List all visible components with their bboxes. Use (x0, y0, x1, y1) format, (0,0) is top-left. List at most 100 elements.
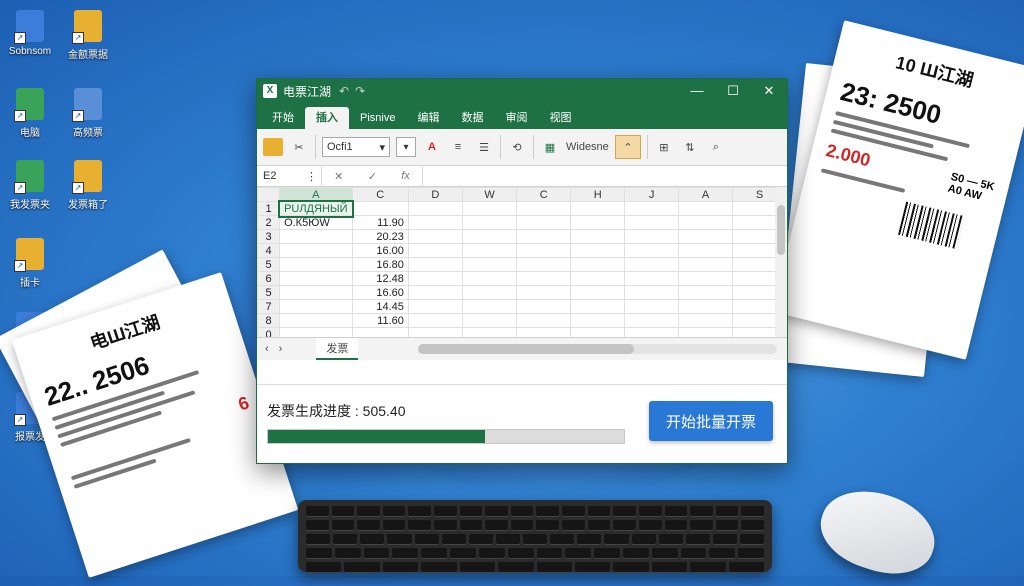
cell[interactable] (407, 285, 463, 300)
cell[interactable] (678, 243, 733, 258)
wrap-icon[interactable]: ☰ (474, 136, 494, 158)
name-box[interactable]: E2 ⋮ (257, 166, 322, 186)
row-header[interactable]: 8 (257, 313, 281, 328)
cell[interactable] (624, 299, 680, 314)
cell[interactable] (351, 201, 409, 216)
cell[interactable]: O.К5ЮW (279, 215, 353, 230)
cell[interactable] (279, 299, 353, 314)
row-header[interactable]: 2 (257, 215, 281, 230)
maximize-button[interactable]: ☐ (715, 83, 751, 99)
row-header[interactable]: 5 (257, 285, 281, 300)
redo-icon[interactable]: ↷ (355, 84, 365, 98)
cell[interactable] (624, 285, 680, 300)
cell[interactable] (678, 229, 733, 244)
find-icon[interactable]: ⌕ (706, 136, 726, 158)
cell[interactable] (570, 257, 626, 272)
cell[interactable]: 14.45 (351, 299, 409, 314)
format-icon[interactable]: ⟲ (507, 136, 527, 158)
cell[interactable] (279, 313, 353, 328)
desktop-icon[interactable]: ↗ 高频票 (58, 88, 118, 139)
column-header[interactable]: H (570, 187, 626, 202)
cell[interactable] (407, 215, 463, 230)
row-header[interactable]: 5 (257, 257, 281, 272)
sheet-tab[interactable]: 发票 (316, 338, 359, 360)
cell[interactable] (407, 257, 463, 272)
cell[interactable] (461, 229, 518, 244)
ribbon-tab[interactable]: 审阅 (494, 107, 538, 129)
column-header[interactable]: C (351, 187, 409, 202)
cell[interactable] (678, 201, 733, 216)
cell[interactable] (516, 313, 572, 328)
cell[interactable] (570, 327, 626, 337)
cell[interactable] (678, 257, 733, 272)
cell[interactable] (516, 285, 572, 300)
undo-icon[interactable]: ↶ (339, 84, 349, 98)
cell[interactable] (678, 271, 733, 286)
desktop-icon[interactable]: ↗ 发票箱了 (58, 160, 118, 211)
cell[interactable]: 16.80 (351, 257, 409, 272)
cell[interactable] (624, 215, 680, 230)
start-batch-invoice-button[interactable]: 开始批量开票 (649, 401, 773, 441)
cell[interactable] (461, 285, 518, 300)
column-header[interactable]: A (279, 187, 353, 202)
cell[interactable]: 20.23 (351, 229, 409, 244)
desktop-icon[interactable]: ↗ 插卡 (0, 238, 60, 289)
cell[interactable] (570, 201, 626, 216)
confirm-icon[interactable]: ✓ (368, 170, 377, 183)
column-header[interactable]: J (624, 187, 680, 202)
minimize-button[interactable]: — (679, 83, 715, 99)
cell[interactable]: PUЛДЯНЫЙ (277, 199, 355, 218)
row-header[interactable]: 3 (257, 229, 281, 244)
row-header[interactable]: 6 (257, 271, 281, 286)
cell[interactable] (279, 257, 353, 272)
cell[interactable] (407, 313, 463, 328)
cell[interactable] (279, 243, 353, 258)
desktop-icon[interactable]: ↗ 我发票夹 (0, 160, 60, 211)
cell[interactable] (516, 243, 572, 258)
cell[interactable] (461, 215, 518, 230)
close-button[interactable]: ✕ (751, 83, 787, 99)
cell[interactable] (570, 243, 626, 258)
cell[interactable] (461, 313, 518, 328)
cell[interactable] (407, 299, 463, 314)
cell[interactable] (461, 327, 518, 337)
column-header[interactable]: C (516, 187, 572, 202)
cell[interactable] (279, 271, 353, 286)
ribbon-tab[interactable]: 编辑 (406, 107, 450, 129)
sheet-nav-left-icon[interactable]: ‹ (265, 343, 269, 355)
cell[interactable] (516, 299, 572, 314)
cell[interactable] (279, 229, 353, 244)
cell[interactable] (570, 271, 626, 286)
cell[interactable]: 16.60 (351, 285, 409, 300)
desktop-icon[interactable]: ↗ 电脑 (0, 88, 60, 139)
cell[interactable] (678, 215, 733, 230)
cell[interactable] (516, 215, 572, 230)
cell[interactable] (407, 243, 463, 258)
select-all-corner[interactable] (257, 187, 281, 202)
cancel-icon[interactable]: ✕ (334, 170, 343, 183)
cell[interactable]: 16.00 (351, 243, 409, 258)
cell[interactable] (516, 257, 572, 272)
cell[interactable]: 12.48 (351, 271, 409, 286)
column-header[interactable]: A (678, 187, 733, 202)
row-header[interactable]: 4 (257, 243, 281, 258)
cell[interactable] (624, 271, 680, 286)
ribbon-tab[interactable]: 开始 (261, 107, 305, 129)
cell[interactable] (461, 201, 518, 216)
paste-icon[interactable] (263, 138, 283, 156)
cell[interactable] (624, 313, 680, 328)
style-label[interactable]: Widesne (566, 136, 609, 158)
cell[interactable] (351, 327, 409, 337)
column-header[interactable]: D (407, 187, 463, 202)
cell[interactable] (624, 327, 680, 337)
font-select[interactable]: Ocfi1 ▾ (322, 137, 390, 157)
cell[interactable] (516, 201, 572, 216)
cell[interactable] (407, 327, 463, 337)
cell[interactable]: 11.60 (351, 313, 409, 328)
table-icon[interactable]: ▦ (540, 136, 560, 158)
highlight-tool-icon[interactable]: ⌃ (614, 135, 641, 159)
cell[interactable] (570, 299, 626, 314)
cell[interactable] (516, 229, 572, 244)
insert-icon[interactable]: ⊞ (654, 136, 674, 158)
ribbon-tab[interactable]: Pisnive (349, 107, 406, 129)
